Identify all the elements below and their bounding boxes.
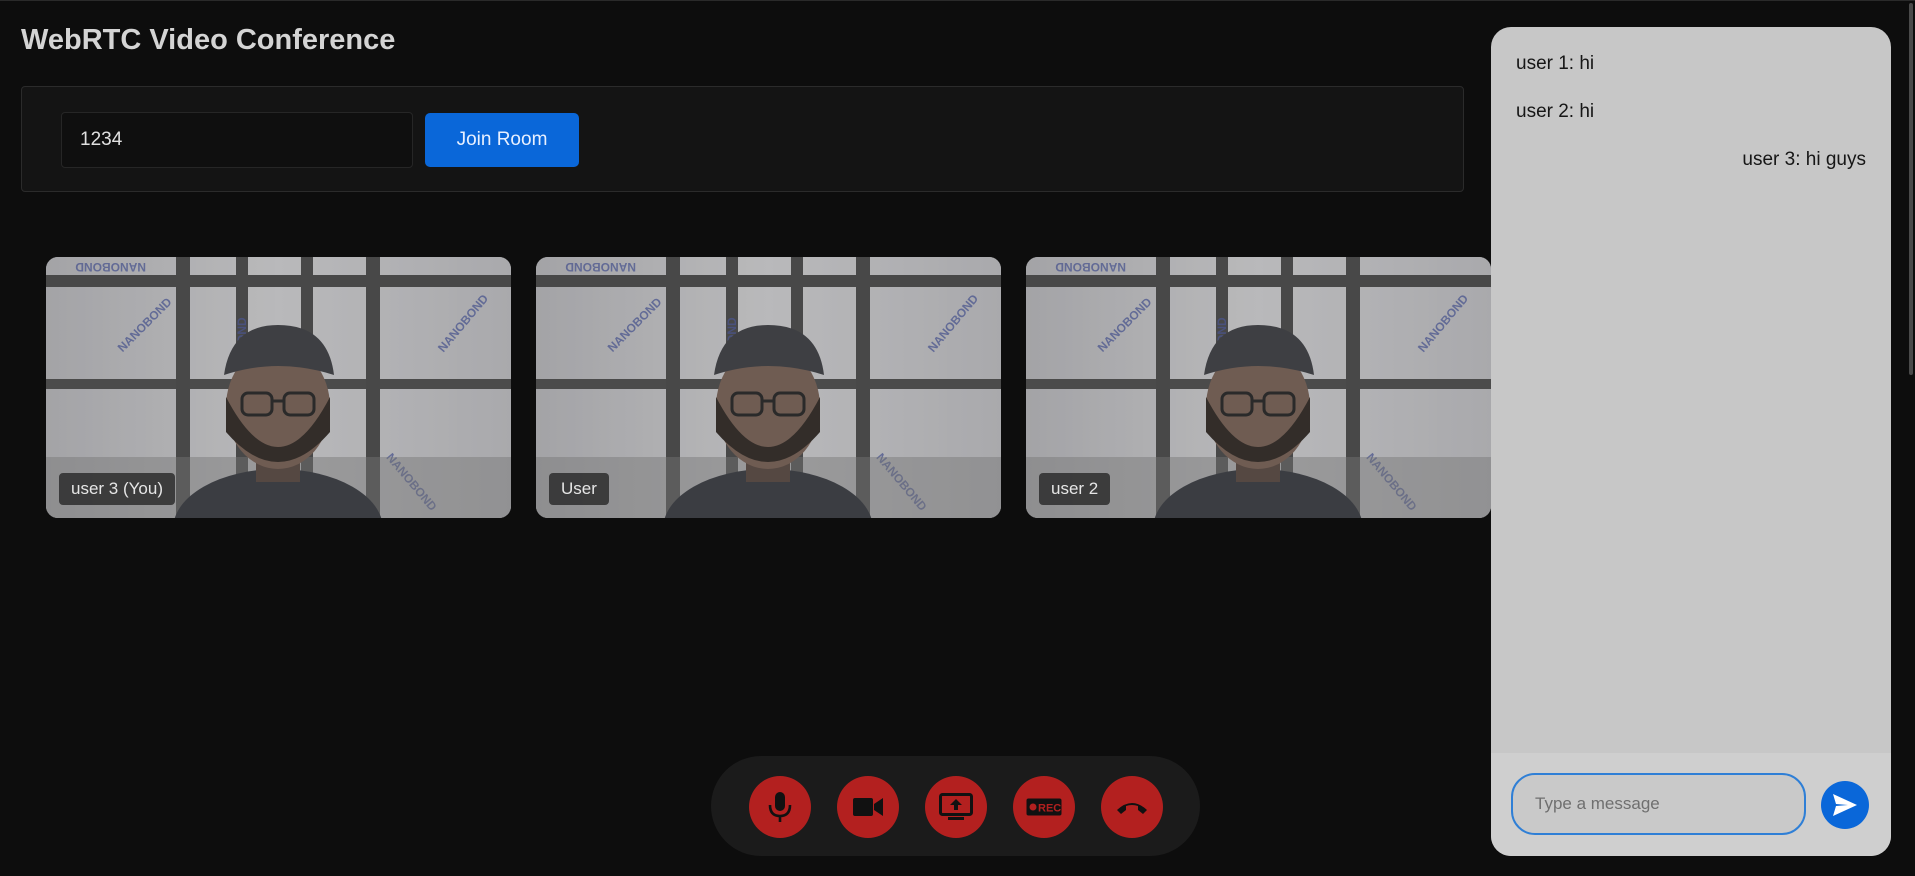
record-rec-label: REC <box>1038 803 1061 815</box>
end-call-button[interactable] <box>1101 776 1163 838</box>
microphone-icon <box>768 792 792 822</box>
video-tile-remote-user-2: NANOBOND NANOBOND NANOBOND NANOBOND OBON… <box>1026 257 1491 518</box>
page-scrollbar[interactable] <box>1908 0 1915 876</box>
screen-share-icon <box>939 793 973 820</box>
video-label-user: User <box>549 473 609 505</box>
chat-message-list: user 1: hi user 2: hi user 3: hi guys <box>1491 27 1891 752</box>
chat-panel: user 1: hi user 2: hi user 3: hi guys <box>1491 27 1891 856</box>
call-controls-bar: REC <box>711 756 1200 856</box>
camera-toggle-button[interactable] <box>837 776 899 838</box>
room-id-input[interactable] <box>61 112 413 168</box>
chat-message: user 1: hi <box>1516 53 1595 74</box>
share-screen-button[interactable] <box>925 776 987 838</box>
page-top-border <box>0 0 1915 1</box>
hang-up-phone-icon <box>1117 803 1147 814</box>
microphone-toggle-button[interactable] <box>749 776 811 838</box>
video-camera-icon <box>853 798 883 816</box>
record-rec-icon: REC <box>1026 798 1062 816</box>
send-icon <box>1833 794 1857 816</box>
video-tile-remote-user: NANOBOND NANOBOND NANOBOND NANOBOND OBON… <box>536 257 1001 518</box>
record-button[interactable]: REC <box>1013 776 1075 838</box>
chat-message-input[interactable] <box>1511 773 1806 835</box>
scrollbar-thumb[interactable] <box>1909 3 1913 375</box>
video-tile-local: NANOBOND NANOBOND NANOBOND NANOBOND OBON… <box>46 257 511 518</box>
chat-message: user 3: hi guys <box>1742 149 1866 170</box>
chat-input-area <box>1491 753 1891 856</box>
video-label-user-3: user 3 (You) <box>59 473 175 505</box>
join-room-panel: Join Room <box>21 86 1464 192</box>
page-title: WebRTC Video Conference <box>21 24 396 56</box>
send-message-button[interactable] <box>1821 781 1869 829</box>
video-label-user-2: user 2 <box>1039 473 1111 505</box>
join-room-button[interactable]: Join Room <box>425 113 579 167</box>
chat-message: user 2: hi <box>1516 101 1595 122</box>
